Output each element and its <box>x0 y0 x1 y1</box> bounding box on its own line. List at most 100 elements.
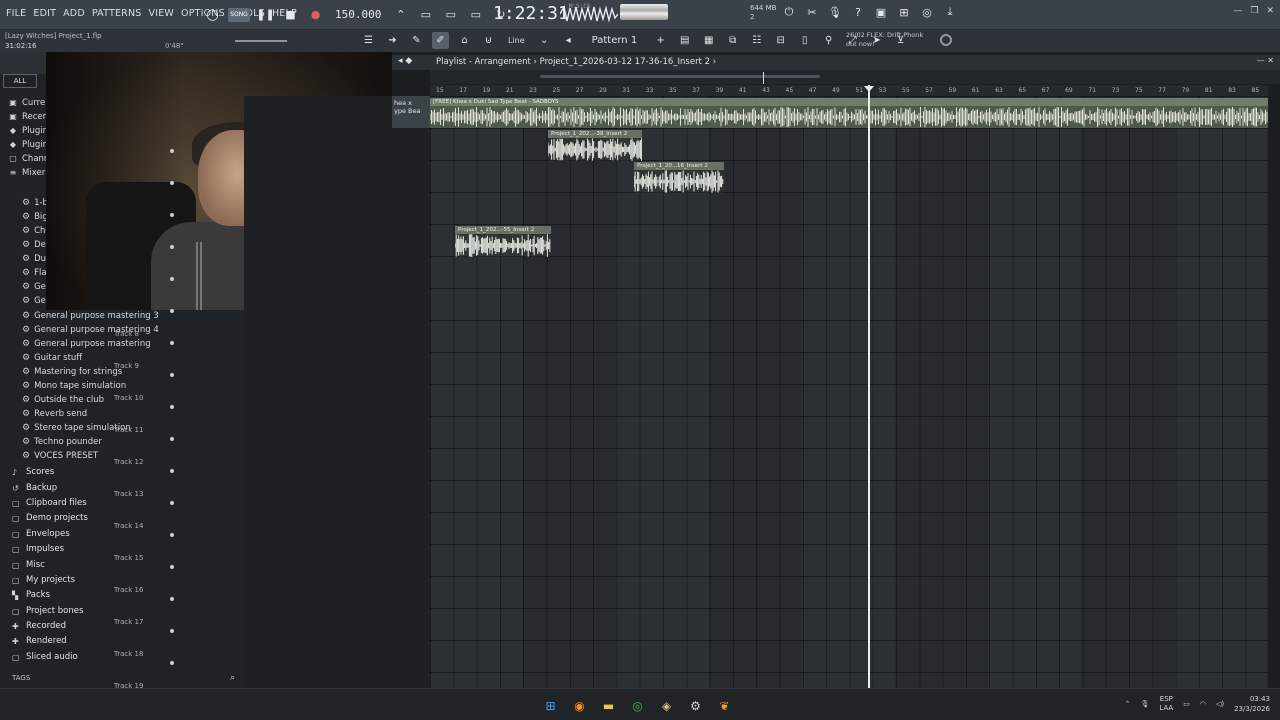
plugin-icon[interactable]: ⊞ <box>897 5 911 19</box>
track-mute-dot[interactable] <box>170 565 174 569</box>
folder-item[interactable]: ✚ Recorded <box>12 619 88 634</box>
track-mute-dot[interactable] <box>170 149 174 153</box>
audio-clip-vocal-1[interactable]: Project_1_202...-38_Insert 2 <box>548 130 642 161</box>
network-icon[interactable]: ◠ <box>1200 700 1206 708</box>
folder-item[interactable]: ▢ Misc <box>12 557 88 572</box>
track-header[interactable]: Track 13 <box>112 480 186 512</box>
track-header[interactable]: Track 15 <box>112 544 186 576</box>
paint-icon[interactable]: ✐ <box>432 32 449 49</box>
playlist-window-controls[interactable]: — ✕ <box>1257 56 1274 65</box>
mixer-icon[interactable]: ⧉ <box>724 32 741 49</box>
track-1-header[interactable]: hea x ype Bea <box>392 96 430 128</box>
pattern-select[interactable]: Pattern 1 <box>584 35 646 46</box>
tree-item[interactable]: ≡ Mixer <box>8 166 49 180</box>
windows-icon[interactable]: ⊞ <box>542 697 559 714</box>
menu-patterns[interactable]: PATTERNS <box>92 8 142 19</box>
menu-edit[interactable]: EDIT <box>33 8 56 19</box>
add-pattern-icon[interactable]: + <box>652 32 669 49</box>
power-icon[interactable]: ⏻ <box>782 5 796 19</box>
tree-item[interactable]: ◆ Plugin <box>8 124 49 138</box>
magnet-icon[interactable]: ⊍ <box>480 32 497 49</box>
cut-icon[interactable]: ✂ <box>805 5 819 19</box>
pattern-prev-icon[interactable]: ◂ <box>560 32 577 49</box>
track-mute-dot[interactable] <box>170 373 174 377</box>
track-header[interactable] <box>112 256 186 288</box>
track-mute-dot[interactable] <box>170 245 174 249</box>
browser-icon[interactable]: ⊟ <box>772 32 789 49</box>
menu-icon[interactable]: ☰ <box>360 32 377 49</box>
chrome-icon[interactable]: ◎ <box>629 697 646 714</box>
minimize-icon[interactable]: — <box>1233 6 1242 16</box>
track-mute-dot[interactable] <box>170 437 174 441</box>
folder-item[interactable]: ✚ Rendered <box>12 634 88 649</box>
restore-icon[interactable]: ❐ <box>1250 6 1258 16</box>
track-header[interactable] <box>112 224 186 256</box>
help-icon[interactable]: ? <box>851 5 865 19</box>
menu-file[interactable]: FILE <box>6 8 26 19</box>
track-mute-dot[interactable] <box>170 309 174 313</box>
track-mute-dot[interactable] <box>170 341 174 345</box>
step-edit-icon[interactable]: ▭ <box>466 5 485 24</box>
loop-marker[interactable] <box>763 72 764 84</box>
folder-item[interactable]: ♪ Scores <box>12 465 88 480</box>
track-mute-dot[interactable] <box>170 405 174 409</box>
fl-studio-icon[interactable]: ❦ <box>716 697 733 714</box>
folder-item[interactable]: ↺ Backup <box>12 480 88 495</box>
audio-clip-vocal-2[interactable]: Project_1_20...16_Insert 2 <box>634 162 724 193</box>
track-mute-dot[interactable] <box>170 661 174 665</box>
master-volume-slider[interactable] <box>235 40 287 42</box>
track-header[interactable]: Track 18 <box>112 640 186 672</box>
arrow-icon[interactable]: ➜ <box>384 32 401 49</box>
wait-icon[interactable]: ▭ <box>416 5 435 24</box>
news-icon[interactable] <box>940 34 952 46</box>
channel-rack-icon[interactable]: ▦ <box>700 32 717 49</box>
snap-select[interactable]: Line <box>504 36 529 45</box>
all-filter-button[interactable]: ALL <box>3 74 37 88</box>
track-header[interactable]: Track 8 <box>112 320 186 352</box>
track-header[interactable]: Track 10 <box>112 384 186 416</box>
folder-item[interactable]: ▢ Impulses <box>12 542 88 557</box>
track-header[interactable]: Track 9 <box>112 352 186 384</box>
folder-item[interactable]: ▢ Envelopes <box>12 527 88 542</box>
folder-item[interactable]: ▢ My projects <box>12 573 88 588</box>
track-header[interactable]: Track 17 <box>112 608 186 640</box>
folder-item[interactable]: ▢ Demo projects <box>12 511 88 526</box>
metronome-icon[interactable]: ◯ <box>203 5 222 24</box>
song-mode-button[interactable]: SONG <box>228 7 250 22</box>
tap-icon[interactable]: ⌃ <box>391 5 410 24</box>
scroll-thumb[interactable] <box>540 75 820 78</box>
tree-item[interactable]: ▢ Chann <box>8 152 49 166</box>
draw-icon[interactable]: ✎ <box>408 32 425 49</box>
track-header[interactable]: Track 14 <box>112 512 186 544</box>
track-mute-dot[interactable] <box>170 213 174 217</box>
track-header[interactable]: Track 16 <box>112 576 186 608</box>
news-panel[interactable]: 26/02 FLEX: Drift Phonk out now! <box>846 31 923 49</box>
track-mute-dot[interactable] <box>170 181 174 185</box>
microphone-icon[interactable]: 🎙 <box>1141 700 1150 708</box>
tree-item[interactable]: ◆ Plugin <box>8 138 49 152</box>
track-header[interactable] <box>112 288 186 320</box>
folder-item[interactable]: ▢ Project bones <box>12 604 88 619</box>
tree-item[interactable]: ▣ Curre <box>8 96 49 110</box>
close-icon[interactable]: ✕ <box>1266 6 1274 16</box>
track-header[interactable]: Track 11 <box>112 416 186 448</box>
arrangement-grid[interactable] <box>430 96 1268 688</box>
chevron-down-icon[interactable]: ⌄ <box>536 32 553 49</box>
track-mute-dot[interactable] <box>170 597 174 601</box>
plug-icon[interactable]: ⚲ <box>820 32 837 49</box>
track-header[interactable]: Track 12 <box>112 448 186 480</box>
download-icon[interactable]: ⤓ <box>943 5 957 19</box>
track-mute-dot[interactable] <box>170 629 174 633</box>
track-mute-dot[interactable] <box>170 277 174 281</box>
tags-label[interactable]: TAGS <box>12 674 30 682</box>
track-header[interactable] <box>112 160 186 192</box>
tree-item[interactable]: ▣ Recen <box>8 110 49 124</box>
firefox-icon[interactable]: ◉ <box>571 697 588 714</box>
language-indicator[interactable]: ESP LAA <box>1159 695 1173 713</box>
volume-icon[interactable]: ◁) <box>1216 700 1224 708</box>
folder-item[interactable]: ▚ Packs <box>12 588 88 603</box>
settings-icon[interactable]: ⚙ <box>687 697 704 714</box>
audio-clip-beat[interactable]: [FREE] Khea x Duki Sad Type Beat - SADBO… <box>430 98 1268 128</box>
tempo-display[interactable]: 150.000 <box>331 8 385 21</box>
stamp-icon[interactable]: ⌂ <box>456 32 473 49</box>
